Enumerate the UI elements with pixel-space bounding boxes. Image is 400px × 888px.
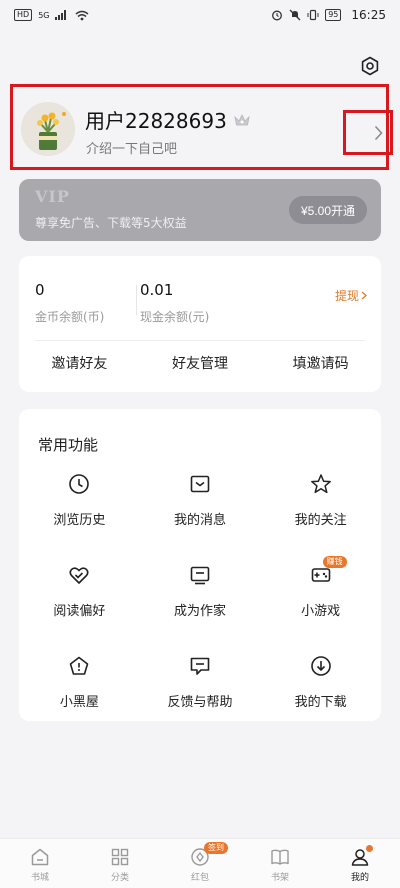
vip-subtitle: 尊享免广告、下载等5大权益 xyxy=(35,216,187,230)
tab-mine[interactable]: 我的 xyxy=(330,839,390,888)
signal-label: 5G xyxy=(38,10,50,20)
mute-icon xyxy=(289,9,301,21)
manage-friends-button[interactable]: 好友管理 xyxy=(172,353,228,373)
cash-label: 现金余额(元) xyxy=(140,310,210,324)
gear-icon xyxy=(361,56,379,76)
wallet-card: 0 金币余额(币) 0.01 现金余额(元) 提现 邀请好友 好友管理 填邀请码 xyxy=(19,256,381,392)
hd-badge: HD xyxy=(14,9,33,21)
star-icon xyxy=(310,474,331,494)
bottom-tab-bar: 书城 分类 签到 红包 书架 我的 xyxy=(0,838,400,888)
feature-label: 我的关注 xyxy=(294,513,347,528)
features-card: 常用功能 浏览历史 我的消息 我的关注 阅读偏好 成为作家 赚钱 小游戏 小黑屋… xyxy=(19,409,381,721)
tab-redpacket[interactable]: 签到 红包 xyxy=(170,839,230,888)
vip-open-button[interactable]: ¥5.00开通 xyxy=(288,196,367,224)
withdraw-label: 提现 xyxy=(334,289,359,303)
vibrate-icon xyxy=(307,9,319,21)
cash-value: 0.01 xyxy=(140,281,174,299)
feature-label: 成为作家 xyxy=(173,604,226,619)
feature-label: 反馈与帮助 xyxy=(167,695,233,710)
crown-icon xyxy=(234,113,250,125)
cash-balance[interactable]: 0.01 现金余额(元) xyxy=(140,281,209,325)
tab-label: 分类 xyxy=(110,873,129,883)
tab-category[interactable]: 分类 xyxy=(90,839,150,888)
tab-bookstore[interactable]: 书城 xyxy=(10,839,70,888)
tab-label: 书架 xyxy=(270,873,289,883)
games-badge: 赚钱 xyxy=(322,556,347,568)
clock-icon xyxy=(69,474,90,494)
feedback-icon xyxy=(190,657,210,675)
user-bio: 介绍一下自己吧 xyxy=(86,142,178,157)
house-icon xyxy=(70,656,89,675)
feature-label: 小黑屋 xyxy=(59,695,99,710)
chevron-right-icon xyxy=(374,125,383,141)
home-icon xyxy=(31,848,49,866)
profile-header[interactable]: 用户22828693 介绍一下自己吧 xyxy=(10,84,393,170)
invite-friends-button[interactable]: 邀请好友 xyxy=(51,353,107,373)
withdraw-button[interactable]: 提现 xyxy=(335,287,367,304)
chevron-right-icon xyxy=(361,291,367,300)
feature-downloads[interactable]: 我的下载 xyxy=(260,655,381,710)
book-icon xyxy=(271,849,289,865)
tab-bookshelf[interactable]: 书架 xyxy=(250,839,310,888)
coins-value: 0 xyxy=(35,281,45,299)
message-icon xyxy=(190,475,210,493)
feature-label: 小游戏 xyxy=(301,604,341,619)
tab-label: 我的 xyxy=(350,873,369,883)
features-grid: 浏览历史 我的消息 我的关注 阅读偏好 成为作家 赚钱 小游戏 小黑屋 反馈与帮… xyxy=(19,473,381,710)
clock-time: 16:25 xyxy=(351,8,386,22)
profile-detail-button[interactable] xyxy=(343,110,393,155)
download-icon xyxy=(310,656,331,676)
signal-icon xyxy=(55,10,67,20)
feature-label: 浏览历史 xyxy=(53,513,106,528)
feature-messages[interactable]: 我的消息 xyxy=(140,473,261,528)
settings-button[interactable] xyxy=(360,56,380,76)
feature-label: 阅读偏好 xyxy=(53,604,106,619)
fill-invite-code-button[interactable]: 填邀请码 xyxy=(293,353,349,373)
tab-label: 书城 xyxy=(30,873,49,883)
avatar-image xyxy=(21,102,75,156)
feature-mini-games[interactable]: 赚钱 小游戏 xyxy=(260,556,381,619)
vip-banner[interactable]: VIP 尊享免广告、下载等5大权益 ¥5.00开通 xyxy=(19,179,381,241)
avatar[interactable] xyxy=(21,102,75,156)
battery-icon: 95 xyxy=(325,9,342,21)
feature-history[interactable]: 浏览历史 xyxy=(19,473,140,528)
feature-following[interactable]: 我的关注 xyxy=(260,473,381,528)
feature-feedback[interactable]: 反馈与帮助 xyxy=(140,655,261,710)
feature-blacklist[interactable]: 小黑屋 xyxy=(19,655,140,710)
wifi-icon xyxy=(76,10,89,20)
status-bar: HD 5G 95 16:25 xyxy=(0,0,400,30)
tab-label: 红包 xyxy=(190,873,209,883)
coins-label: 金币余额(币) xyxy=(35,310,105,324)
feature-reading-pref[interactable]: 阅读偏好 xyxy=(19,564,140,619)
coins-balance[interactable]: 0 金币余额(币) xyxy=(35,281,104,325)
notification-dot xyxy=(366,845,373,852)
feature-become-writer[interactable]: 成为作家 xyxy=(140,564,261,619)
grid-icon xyxy=(111,848,129,866)
feature-label: 我的下载 xyxy=(294,695,347,710)
feature-label: 我的消息 xyxy=(173,513,226,528)
wallet-divider xyxy=(136,285,137,315)
features-title: 常用功能 xyxy=(38,436,99,454)
friend-actions: 邀请好友 好友管理 填邀请码 xyxy=(19,353,381,373)
vip-title: VIP xyxy=(35,187,70,206)
username: 用户22828693 xyxy=(85,109,227,133)
writer-icon xyxy=(190,566,210,585)
wallet-hr xyxy=(35,340,365,341)
heart-check-icon xyxy=(69,567,89,584)
alarm-icon xyxy=(272,10,283,21)
checkin-badge: 签到 xyxy=(204,842,228,854)
